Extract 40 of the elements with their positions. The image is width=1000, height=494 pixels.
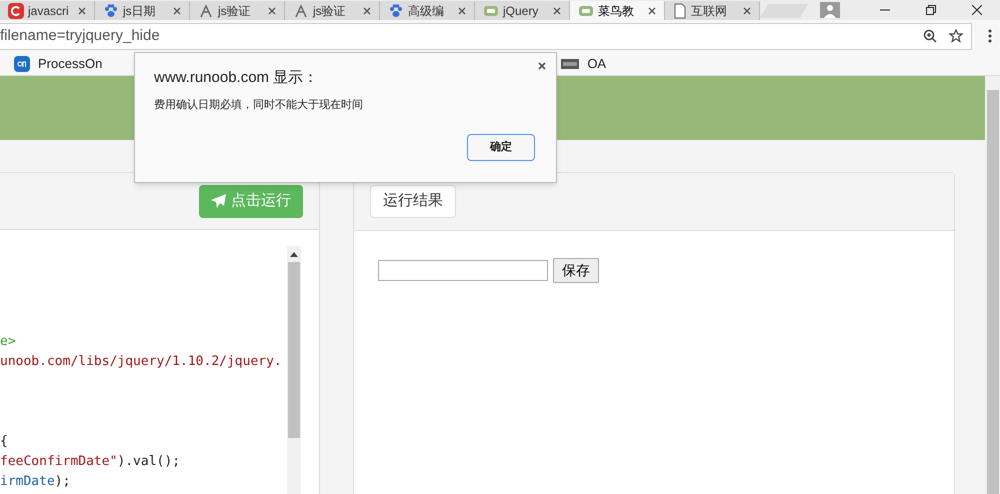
menu-icon[interactable] xyxy=(988,29,992,43)
browser-tab[interactable]: 高级编 xyxy=(380,1,475,20)
user-icon[interactable] xyxy=(820,2,840,18)
restore-icon[interactable] xyxy=(926,5,936,15)
ok-button[interactable]: 确定 xyxy=(467,134,535,161)
fork-icon xyxy=(293,2,309,18)
scrollbar-thumb[interactable] xyxy=(288,262,300,438)
code-line: { xyxy=(0,433,8,451)
scrollbar-thumb[interactable] xyxy=(986,90,998,494)
input-field[interactable] xyxy=(378,260,548,281)
result-tab[interactable]: 运行结果 xyxy=(370,185,456,218)
close-icon[interactable] xyxy=(538,62,546,70)
save-button[interactable]: 保存 xyxy=(553,258,599,283)
browser-tab[interactable]: js验证 xyxy=(285,1,380,20)
docs-logo-icon xyxy=(561,58,580,68)
fork-icon xyxy=(198,2,214,18)
code-line: unoob.com/libs/jquery/1.10.2/jquery. xyxy=(0,353,282,371)
code-line: irmDate); xyxy=(0,473,70,491)
code-line: feeConfirmDate").val(); xyxy=(0,453,180,471)
zoom-icon[interactable] xyxy=(923,29,937,43)
paw-icon xyxy=(103,2,119,18)
star-icon[interactable] xyxy=(949,29,963,43)
code-line: e> xyxy=(0,333,16,351)
paw-icon xyxy=(388,2,404,18)
browser-tab[interactable]: javascri xyxy=(0,1,95,20)
processon-logo-icon xyxy=(14,56,30,72)
bookmark[interactable]: ProcessOn xyxy=(14,54,102,74)
browser-tab[interactable]: js验证 xyxy=(190,1,285,20)
address-bar[interactable]: filename=tryjquery_hide xyxy=(0,22,972,50)
browser-tab[interactable]: 菜鸟教 xyxy=(570,1,665,20)
browser-tab[interactable]: jQuery xyxy=(475,1,570,20)
browser-tab[interactable]: 互联网 xyxy=(665,1,760,20)
dialog-message: 费用确认日期必填，同时不能大于现在时间 xyxy=(154,98,363,113)
close-icon[interactable] xyxy=(972,5,982,15)
send-icon xyxy=(211,194,227,208)
browser-tab[interactable]: js日期 xyxy=(95,1,190,20)
bookmark[interactable]: OA xyxy=(561,54,606,74)
close-icon[interactable] xyxy=(648,6,656,14)
scroll-up-icon[interactable] xyxy=(290,251,298,257)
dialog-title: www.runoob.com 显示： xyxy=(154,68,318,88)
